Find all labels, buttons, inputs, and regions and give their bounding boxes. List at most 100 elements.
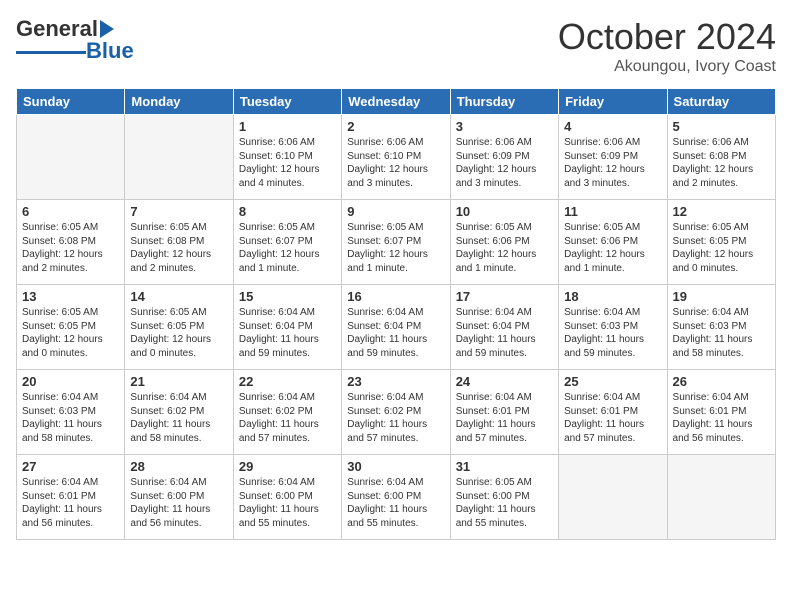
day-content: Sunrise: 6:05 AM Sunset: 6:05 PM Dayligh…: [22, 306, 119, 360]
day-content: Sunrise: 6:04 AM Sunset: 6:00 PM Dayligh…: [239, 476, 336, 530]
day-content: Sunrise: 6:04 AM Sunset: 6:00 PM Dayligh…: [130, 476, 227, 530]
day-content: Sunrise: 6:04 AM Sunset: 6:01 PM Dayligh…: [22, 476, 119, 530]
col-header-tuesday: Tuesday: [233, 89, 341, 115]
day-content: Sunrise: 6:06 AM Sunset: 6:08 PM Dayligh…: [673, 136, 770, 190]
calendar-cell: 16Sunrise: 6:04 AM Sunset: 6:04 PM Dayli…: [342, 285, 450, 370]
calendar-cell: 1 Sunrise: 6:06 AM Sunset: 6:10 PM Daylig…: [233, 115, 341, 200]
col-header-friday: Friday: [559, 89, 667, 115]
day-content: Sunrise: 6:04 AM Sunset: 6:01 PM Dayligh…: [673, 391, 770, 445]
calendar-cell: 11 Sunrise: 6:05 AM Sunset: 6:06 PM Dayli…: [559, 200, 667, 285]
location: Akoungou, Ivory Coast: [558, 58, 776, 76]
day-content: Sunrise: 6:04 AM Sunset: 6:04 PM Dayligh…: [239, 306, 336, 360]
day-content: Sunrise: 6:04 AM Sunset: 6:01 PM Dayligh…: [456, 391, 553, 445]
calendar-cell: 24 Sunrise: 6:04 AM Sunset: 6:01 PM Dayli…: [450, 370, 558, 455]
day-content: Sunrise: 6:04 AM Sunset: 6:02 PM Dayligh…: [347, 391, 444, 445]
calendar-cell: 26 Sunrise: 6:04 AM Sunset: 6:01 PM Dayli…: [667, 370, 775, 455]
calendar-cell: 15 Sunrise: 6:04 AM Sunset: 6:04 PM Dayli…: [233, 285, 341, 370]
day-number: 5: [673, 119, 770, 134]
calendar-cell: [667, 455, 775, 540]
calendar-cell: 8 Sunrise: 6:05 AM Sunset: 6:07 PM Daylig…: [233, 200, 341, 285]
day-content: Sunrise: 6:05 AM Sunset: 6:06 PM Dayligh…: [564, 221, 661, 275]
calendar-cell: 3 Sunrise: 6:06 AM Sunset: 6:09 PM Daylig…: [450, 115, 558, 200]
day-content: Sunrise: 6:04 AM Sunset: 6:00 PM Dayligh…: [347, 476, 444, 530]
day-content: Sunrise: 6:04 AM Sunset: 6:01 PM Dayligh…: [564, 391, 661, 445]
day-content: Sunrise: 6:04 AM Sunset: 6:02 PM Dayligh…: [239, 391, 336, 445]
calendar-cell: 5 Sunrise: 6:06 AM Sunset: 6:08 PM Daylig…: [667, 115, 775, 200]
day-number: 14: [130, 289, 227, 304]
day-number: 21: [130, 374, 227, 389]
day-content: Sunrise: 6:04 AM Sunset: 6:03 PM Dayligh…: [673, 306, 770, 360]
col-header-wednesday: Wednesday: [342, 89, 450, 115]
day-number: 7: [130, 204, 227, 219]
day-content: Sunrise: 6:05 AM Sunset: 6:08 PM Dayligh…: [130, 221, 227, 275]
day-number: 26: [673, 374, 770, 389]
calendar-cell: 6 Sunrise: 6:05 AM Sunset: 6:08 PM Daylig…: [17, 200, 125, 285]
col-header-thursday: Thursday: [450, 89, 558, 115]
day-content: Sunrise: 6:06 AM Sunset: 6:10 PM Dayligh…: [239, 136, 336, 190]
calendar-cell: 25 Sunrise: 6:04 AM Sunset: 6:01 PM Dayli…: [559, 370, 667, 455]
day-content: Sunrise: 6:05 AM Sunset: 6:00 PM Dayligh…: [456, 476, 553, 530]
col-header-monday: Monday: [125, 89, 233, 115]
day-content: Sunrise: 6:05 AM Sunset: 6:07 PM Dayligh…: [239, 221, 336, 275]
logo-line: [16, 51, 86, 54]
calendar-cell: 30 Sunrise: 6:04 AM Sunset: 6:00 PM Dayli…: [342, 455, 450, 540]
calendar-cell: 23 Sunrise: 6:04 AM Sunset: 6:02 PM Dayli…: [342, 370, 450, 455]
calendar-cell: 13Sunrise: 6:05 AM Sunset: 6:05 PM Dayli…: [17, 285, 125, 370]
calendar-cell: 21 Sunrise: 6:04 AM Sunset: 6:02 PM Dayli…: [125, 370, 233, 455]
day-number: 9: [347, 204, 444, 219]
day-content: Sunrise: 6:05 AM Sunset: 6:07 PM Dayligh…: [347, 221, 444, 275]
day-number: 20: [22, 374, 119, 389]
calendar-cell: 18 Sunrise: 6:04 AM Sunset: 6:03 PM Dayli…: [559, 285, 667, 370]
calendar-cell: [125, 115, 233, 200]
calendar-cell: 10 Sunrise: 6:05 AM Sunset: 6:06 PM Dayli…: [450, 200, 558, 285]
day-content: Sunrise: 6:06 AM Sunset: 6:10 PM Dayligh…: [347, 136, 444, 190]
logo-arrow-icon: [100, 20, 114, 38]
day-number: 6: [22, 204, 119, 219]
day-number: 15: [239, 289, 336, 304]
day-number: 10: [456, 204, 553, 219]
day-number: 12: [673, 204, 770, 219]
page-header: General Blue October 2024 Akoungou, Ivor…: [16, 16, 776, 76]
day-number: 25: [564, 374, 661, 389]
calendar-cell: 31 Sunrise: 6:05 AM Sunset: 6:00 PM Dayli…: [450, 455, 558, 540]
day-number: 4: [564, 119, 661, 134]
day-number: 31: [456, 459, 553, 474]
day-number: 23: [347, 374, 444, 389]
col-header-saturday: Saturday: [667, 89, 775, 115]
calendar-cell: 22 Sunrise: 6:04 AM Sunset: 6:02 PM Dayli…: [233, 370, 341, 455]
logo-text-blue: Blue: [86, 38, 134, 64]
calendar-cell: 28Sunrise: 6:04 AM Sunset: 6:00 PM Dayli…: [125, 455, 233, 540]
day-number: 30: [347, 459, 444, 474]
day-number: 11: [564, 204, 661, 219]
calendar-cell: 27 Sunrise: 6:04 AM Sunset: 6:01 PM Dayli…: [17, 455, 125, 540]
day-number: 17: [456, 289, 553, 304]
day-content: Sunrise: 6:04 AM Sunset: 6:04 PM Dayligh…: [347, 306, 444, 360]
calendar-cell: 4 Sunrise: 6:06 AM Sunset: 6:09 PM Daylig…: [559, 115, 667, 200]
day-content: Sunrise: 6:06 AM Sunset: 6:09 PM Dayligh…: [564, 136, 661, 190]
day-number: 1: [239, 119, 336, 134]
calendar-cell: 9 Sunrise: 6:05 AM Sunset: 6:07 PM Daylig…: [342, 200, 450, 285]
day-content: Sunrise: 6:04 AM Sunset: 6:03 PM Dayligh…: [22, 391, 119, 445]
day-content: Sunrise: 6:05 AM Sunset: 6:08 PM Dayligh…: [22, 221, 119, 275]
day-number: 3: [456, 119, 553, 134]
calendar-cell: [17, 115, 125, 200]
calendar-cell: 17 Sunrise: 6:04 AM Sunset: 6:04 PM Dayli…: [450, 285, 558, 370]
day-number: 29: [239, 459, 336, 474]
logo: General Blue: [16, 16, 134, 64]
day-number: 18: [564, 289, 661, 304]
day-number: 22: [239, 374, 336, 389]
calendar-cell: [559, 455, 667, 540]
day-number: 8: [239, 204, 336, 219]
calendar-cell: 14Sunrise: 6:05 AM Sunset: 6:05 PM Dayli…: [125, 285, 233, 370]
month-title: October 2024: [558, 16, 776, 58]
day-content: Sunrise: 6:05 AM Sunset: 6:06 PM Dayligh…: [456, 221, 553, 275]
day-content: Sunrise: 6:04 AM Sunset: 6:03 PM Dayligh…: [564, 306, 661, 360]
calendar-cell: 19 Sunrise: 6:04 AM Sunset: 6:03 PM Dayli…: [667, 285, 775, 370]
day-content: Sunrise: 6:06 AM Sunset: 6:09 PM Dayligh…: [456, 136, 553, 190]
col-header-sunday: Sunday: [17, 89, 125, 115]
day-number: 24: [456, 374, 553, 389]
day-content: Sunrise: 6:04 AM Sunset: 6:02 PM Dayligh…: [130, 391, 227, 445]
day-number: 27: [22, 459, 119, 474]
day-content: Sunrise: 6:04 AM Sunset: 6:04 PM Dayligh…: [456, 306, 553, 360]
day-number: 19: [673, 289, 770, 304]
